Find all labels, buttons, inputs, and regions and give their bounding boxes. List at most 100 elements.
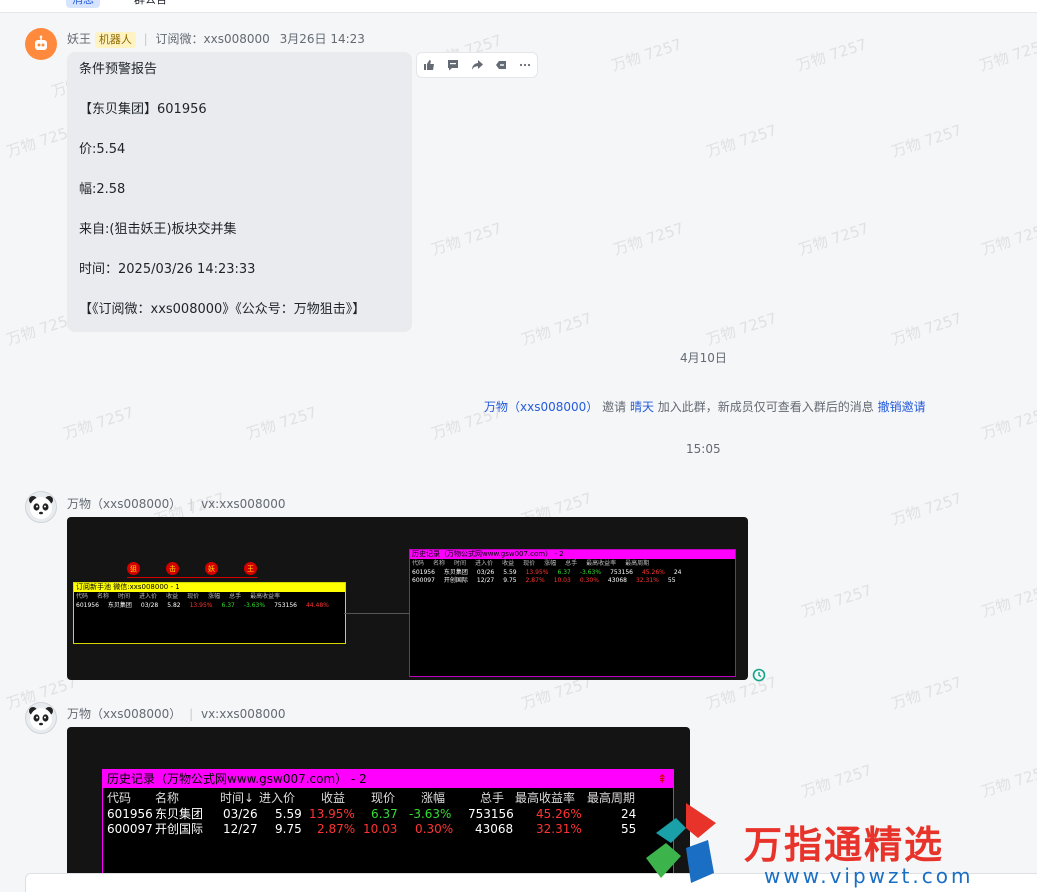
col-header: 名称 xyxy=(433,560,446,567)
cell: -3.63% xyxy=(409,807,452,821)
col-header: 总手 xyxy=(565,560,578,567)
panda-avatar[interactable] xyxy=(25,491,57,523)
inviter-link[interactable]: 万物（xxs008000） xyxy=(484,400,598,414)
message-bubble[interactable]: 条件预警报告 【东贝集团】601956 价:5.54 幅:2.58 来自:(狙击… xyxy=(67,52,412,332)
message-line: 价:5.54 xyxy=(79,142,126,157)
cell: 753156 xyxy=(610,569,633,576)
message-line: 时间：2025/03/26 14:23:33 xyxy=(79,262,256,277)
connector-line xyxy=(344,613,409,614)
cell: 32.31% xyxy=(536,822,582,836)
image-message[interactable]: 狙 击 妖 王 订阅新手池 微信:xxs008000 - 1 代码 名称 时间 … xyxy=(67,517,748,680)
watermark: 万物 7257 xyxy=(794,35,870,75)
revoke-invite-link[interactable]: 撤销邀请 xyxy=(878,400,926,414)
cell: 12/27 xyxy=(223,822,258,836)
ball: 王 xyxy=(244,562,257,575)
tab-announcements[interactable]: 群公告 xyxy=(128,0,173,8)
cell: 44.48% xyxy=(305,602,329,609)
col-header: 名称 xyxy=(155,791,180,805)
watermark: 万物 7257 xyxy=(979,403,1037,443)
window-close-icon[interactable]: ⇞ xyxy=(657,770,667,788)
system-text: 加入此群，新成员仅可查看入群后的消息 xyxy=(657,400,874,414)
watermark: 万物 7257 xyxy=(799,761,875,801)
cell: 13.95% xyxy=(309,807,355,821)
window-title-bar: 历史记录（万物公式网www.gsw007.com） - 2 ⇞ xyxy=(103,770,673,788)
col-header: 涨幅 xyxy=(421,791,446,805)
watermark: 万物 7257 xyxy=(977,35,1037,75)
cell: 600097 xyxy=(107,822,153,836)
cell: 开创国际 xyxy=(155,822,204,836)
col-header: 收益 xyxy=(321,791,346,805)
table-row: 601956 东贝集团 03/26 5.59 13.95% 6.37 -3.63… xyxy=(410,569,735,577)
col-header: 最高周期 xyxy=(587,791,636,805)
image-message[interactable]: 历史记录（万物公式网www.gsw007.com） - 2 ⇞ 代码 名称 时间… xyxy=(67,727,690,891)
cell: 东贝集团 xyxy=(155,807,204,821)
thumbs-up-icon[interactable] xyxy=(417,53,441,77)
col-header: 代码 xyxy=(107,791,132,805)
tab-messages[interactable]: 消息 xyxy=(66,0,100,8)
cell: 43068 xyxy=(607,577,627,584)
message-line: 【《订阅微：xxs008000》《公众号：万物狙击》】 xyxy=(79,302,366,317)
reply-icon[interactable] xyxy=(441,53,465,77)
cell: 6.37 xyxy=(221,602,235,609)
cell: 03/26 xyxy=(223,807,258,821)
watermark: 万物 7257 xyxy=(429,219,505,259)
watermark: 万物 7257 xyxy=(889,489,965,529)
date-divider: 4月10日 xyxy=(680,351,727,365)
col-header: 现价 xyxy=(371,791,396,805)
pin-icon[interactable] xyxy=(489,53,513,77)
more-icon[interactable] xyxy=(513,53,537,77)
cell: 753156 xyxy=(468,807,514,821)
col-header: 总手 xyxy=(229,593,242,600)
col-header: 时间 xyxy=(118,593,131,600)
col-header: 进入价 xyxy=(475,560,494,567)
message-time: 3月26日 14:23 xyxy=(279,32,365,46)
brand-url: www.vipwzt.com xyxy=(764,864,974,888)
bot-avatar[interactable] xyxy=(25,28,57,60)
cell: 24 xyxy=(621,807,637,821)
col-header: 总手 xyxy=(480,791,505,805)
invitee-link[interactable]: 晴天 xyxy=(630,400,654,414)
cell: 9.75 xyxy=(503,577,517,584)
message-line: 条件预警报告 xyxy=(79,62,158,77)
cell: 601956 xyxy=(412,569,435,576)
col-header: 进入价 xyxy=(139,593,158,600)
sender-name[interactable]: 万物（xxs008000） xyxy=(67,497,181,511)
col-header: 时间 xyxy=(454,560,467,567)
sender-name[interactable]: 万物（xxs008000） xyxy=(67,707,181,721)
forward-icon[interactable] xyxy=(465,53,489,77)
cell: 2.87% xyxy=(525,577,545,584)
panda-avatar[interactable] xyxy=(25,702,57,734)
time-divider: 15:05 xyxy=(686,442,721,456)
cell: 6.37 xyxy=(371,807,398,821)
cell: 5.59 xyxy=(503,569,517,576)
sender-name[interactable]: 妖王 xyxy=(67,32,91,46)
cell: 5.82 xyxy=(167,602,181,609)
watermark: 万物 7257 xyxy=(704,309,780,349)
cell: 东贝集团 xyxy=(443,569,468,576)
history-table: 代码 名称 时间↓ 进入价 收益 现价 涨幅 总手 最高收益率 最高周期 601… xyxy=(103,788,673,848)
table-row: 600097 开创国际 12/27 9.75 2.87% 10.03 0.30%… xyxy=(410,577,735,585)
cell: 601956 xyxy=(76,602,99,609)
col-header: 最高收益率 xyxy=(586,560,617,567)
cell: 45.26% xyxy=(641,569,665,576)
watermark: 万物 7257 xyxy=(979,761,1037,801)
sender-subtitle: 订阅微：xxs008000 xyxy=(155,32,270,46)
message-meta: 万物（xxs008000） | vx:xxs008000 xyxy=(67,495,285,512)
cell: 10.03 xyxy=(553,577,571,584)
read-status-icon[interactable] xyxy=(752,667,766,682)
cell: 32.31% xyxy=(635,577,659,584)
ball: 狙 xyxy=(127,562,140,575)
cell: 24 xyxy=(673,569,682,576)
ball-row: 狙 击 妖 王 xyxy=(127,562,257,582)
window-header: 代码 名称 时间 进入价 收益 现价 涨幅 总手 最高收益率 xyxy=(74,592,345,602)
message-meta: 妖王 机器人 | 订阅微：xxs008000 3月26日 14:23 xyxy=(67,30,365,48)
watermark: 万物 7257 xyxy=(704,121,780,161)
cell: -3.63% xyxy=(579,569,602,576)
col-header: 涨幅 xyxy=(544,560,557,567)
cell: 10.03 xyxy=(363,822,398,836)
message-line: 幅:2.58 xyxy=(79,182,126,197)
cell: 5.59 xyxy=(275,807,302,821)
cell: 601956 xyxy=(107,807,153,821)
message-meta: 万物（xxs008000） | vx:xxs008000 xyxy=(67,705,285,722)
cell: 0.30% xyxy=(579,577,599,584)
